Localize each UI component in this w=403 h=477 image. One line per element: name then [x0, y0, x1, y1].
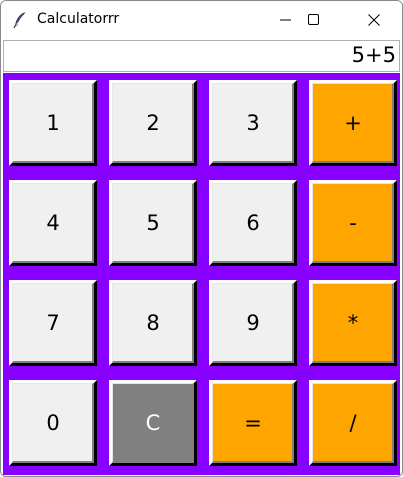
minus-button[interactable]: - — [309, 180, 397, 266]
key-6-button[interactable]: 6 — [209, 180, 297, 266]
close-icon — [368, 11, 380, 30]
divide-button[interactable]: / — [309, 380, 397, 466]
key-7-button[interactable]: 7 — [9, 280, 97, 366]
maximize-button[interactable] — [286, 1, 342, 39]
expression-display[interactable]: 5+5 — [3, 40, 400, 72]
key-1-button[interactable]: 1 — [9, 80, 97, 166]
key-2-button[interactable]: 2 — [109, 80, 197, 166]
key-3-button[interactable]: 3 — [209, 80, 297, 166]
keypad: 1 2 3 + 4 5 6 - 7 8 9 * 0 C = / — [3, 73, 400, 475]
window-title: Calculatorrr — [37, 11, 120, 27]
feather-icon — [11, 11, 29, 29]
key-9-button[interactable]: 9 — [209, 280, 297, 366]
maximize-icon — [308, 11, 320, 30]
equals-button[interactable]: = — [209, 380, 297, 466]
title-bar[interactable]: Calculatorrr — [1, 1, 402, 39]
key-0-button[interactable]: 0 — [9, 380, 97, 466]
close-button[interactable] — [346, 1, 402, 39]
plus-button[interactable]: + — [309, 80, 397, 166]
display-value: 5+5 — [351, 43, 396, 67]
clear-button[interactable]: C — [109, 380, 197, 466]
calculator-window: Calculatorrr 5+5 1 2 3 + 4 5 6 - 7 8 9 *… — [0, 0, 403, 477]
key-4-button[interactable]: 4 — [9, 180, 97, 266]
multiply-button[interactable]: * — [309, 280, 397, 366]
key-5-button[interactable]: 5 — [109, 180, 197, 266]
key-8-button[interactable]: 8 — [109, 280, 197, 366]
